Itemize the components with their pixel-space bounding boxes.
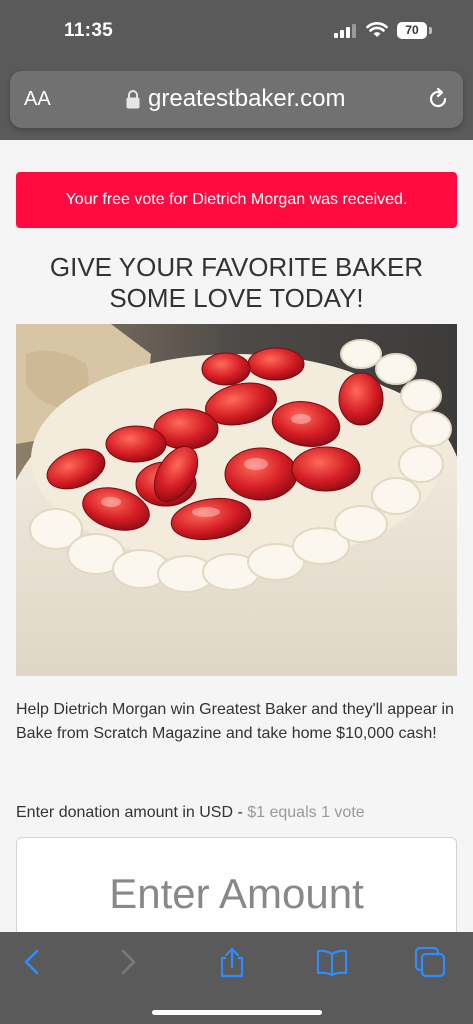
bookmarks-icon xyxy=(316,949,348,977)
browser-top-bar: AA greatestbaker.com xyxy=(0,64,473,140)
page-content: Your free vote for Dietrich Morgan was r… xyxy=(0,140,473,932)
description-text: Help Dietrich Morgan win Greatest Baker … xyxy=(16,701,454,742)
page-headline: GIVE YOUR FAVORITE BAKER SOME LOVE TODAY… xyxy=(16,252,457,314)
status-time: 11:35 xyxy=(64,20,114,41)
share-icon xyxy=(220,947,244,978)
bookmarks-button[interactable] xyxy=(316,946,348,978)
forward-icon xyxy=(121,949,136,975)
home-indicator xyxy=(152,1010,322,1015)
reader-settings-button[interactable]: AA xyxy=(24,88,51,111)
browser-toolbar xyxy=(0,932,473,1024)
back-button[interactable] xyxy=(16,946,48,978)
amount-input[interactable]: Enter Amount xyxy=(16,837,457,932)
cake-photo xyxy=(16,324,457,676)
reload-icon[interactable] xyxy=(426,87,450,111)
headline-line-2: SOME LOVE TODAY! xyxy=(109,283,364,313)
wifi-icon xyxy=(366,22,388,37)
amount-input-placeholder: Enter Amount xyxy=(109,870,364,917)
signal-icon xyxy=(334,24,356,38)
lock-icon xyxy=(126,90,140,109)
vote-confirmation-text: Your free vote for Dietrich Morgan was r… xyxy=(65,191,408,208)
tabs-icon xyxy=(414,946,446,978)
url-text[interactable]: greatestbaker.com xyxy=(148,85,345,113)
donation-label: Enter donation amount in USD - $1 equals… xyxy=(16,804,457,822)
vote-confirmation-banner: Your free vote for Dietrich Morgan was r… xyxy=(16,172,457,228)
donation-hint: $1 equals 1 vote xyxy=(247,804,365,821)
back-icon xyxy=(24,949,39,975)
battery-indicator: 70 xyxy=(397,22,427,39)
strawberry-cake-image xyxy=(16,324,457,676)
headline-line-1: GIVE YOUR FAVORITE BAKER xyxy=(49,252,424,282)
status-bar: 11:35 70 xyxy=(0,0,473,64)
donation-label-text: Enter donation amount in USD - xyxy=(16,804,248,821)
share-button[interactable] xyxy=(216,946,248,978)
forward-button[interactable] xyxy=(112,946,144,978)
url-bar[interactable]: AA greatestbaker.com xyxy=(10,71,463,128)
tabs-button[interactable] xyxy=(414,946,446,978)
battery-tip xyxy=(429,27,432,34)
